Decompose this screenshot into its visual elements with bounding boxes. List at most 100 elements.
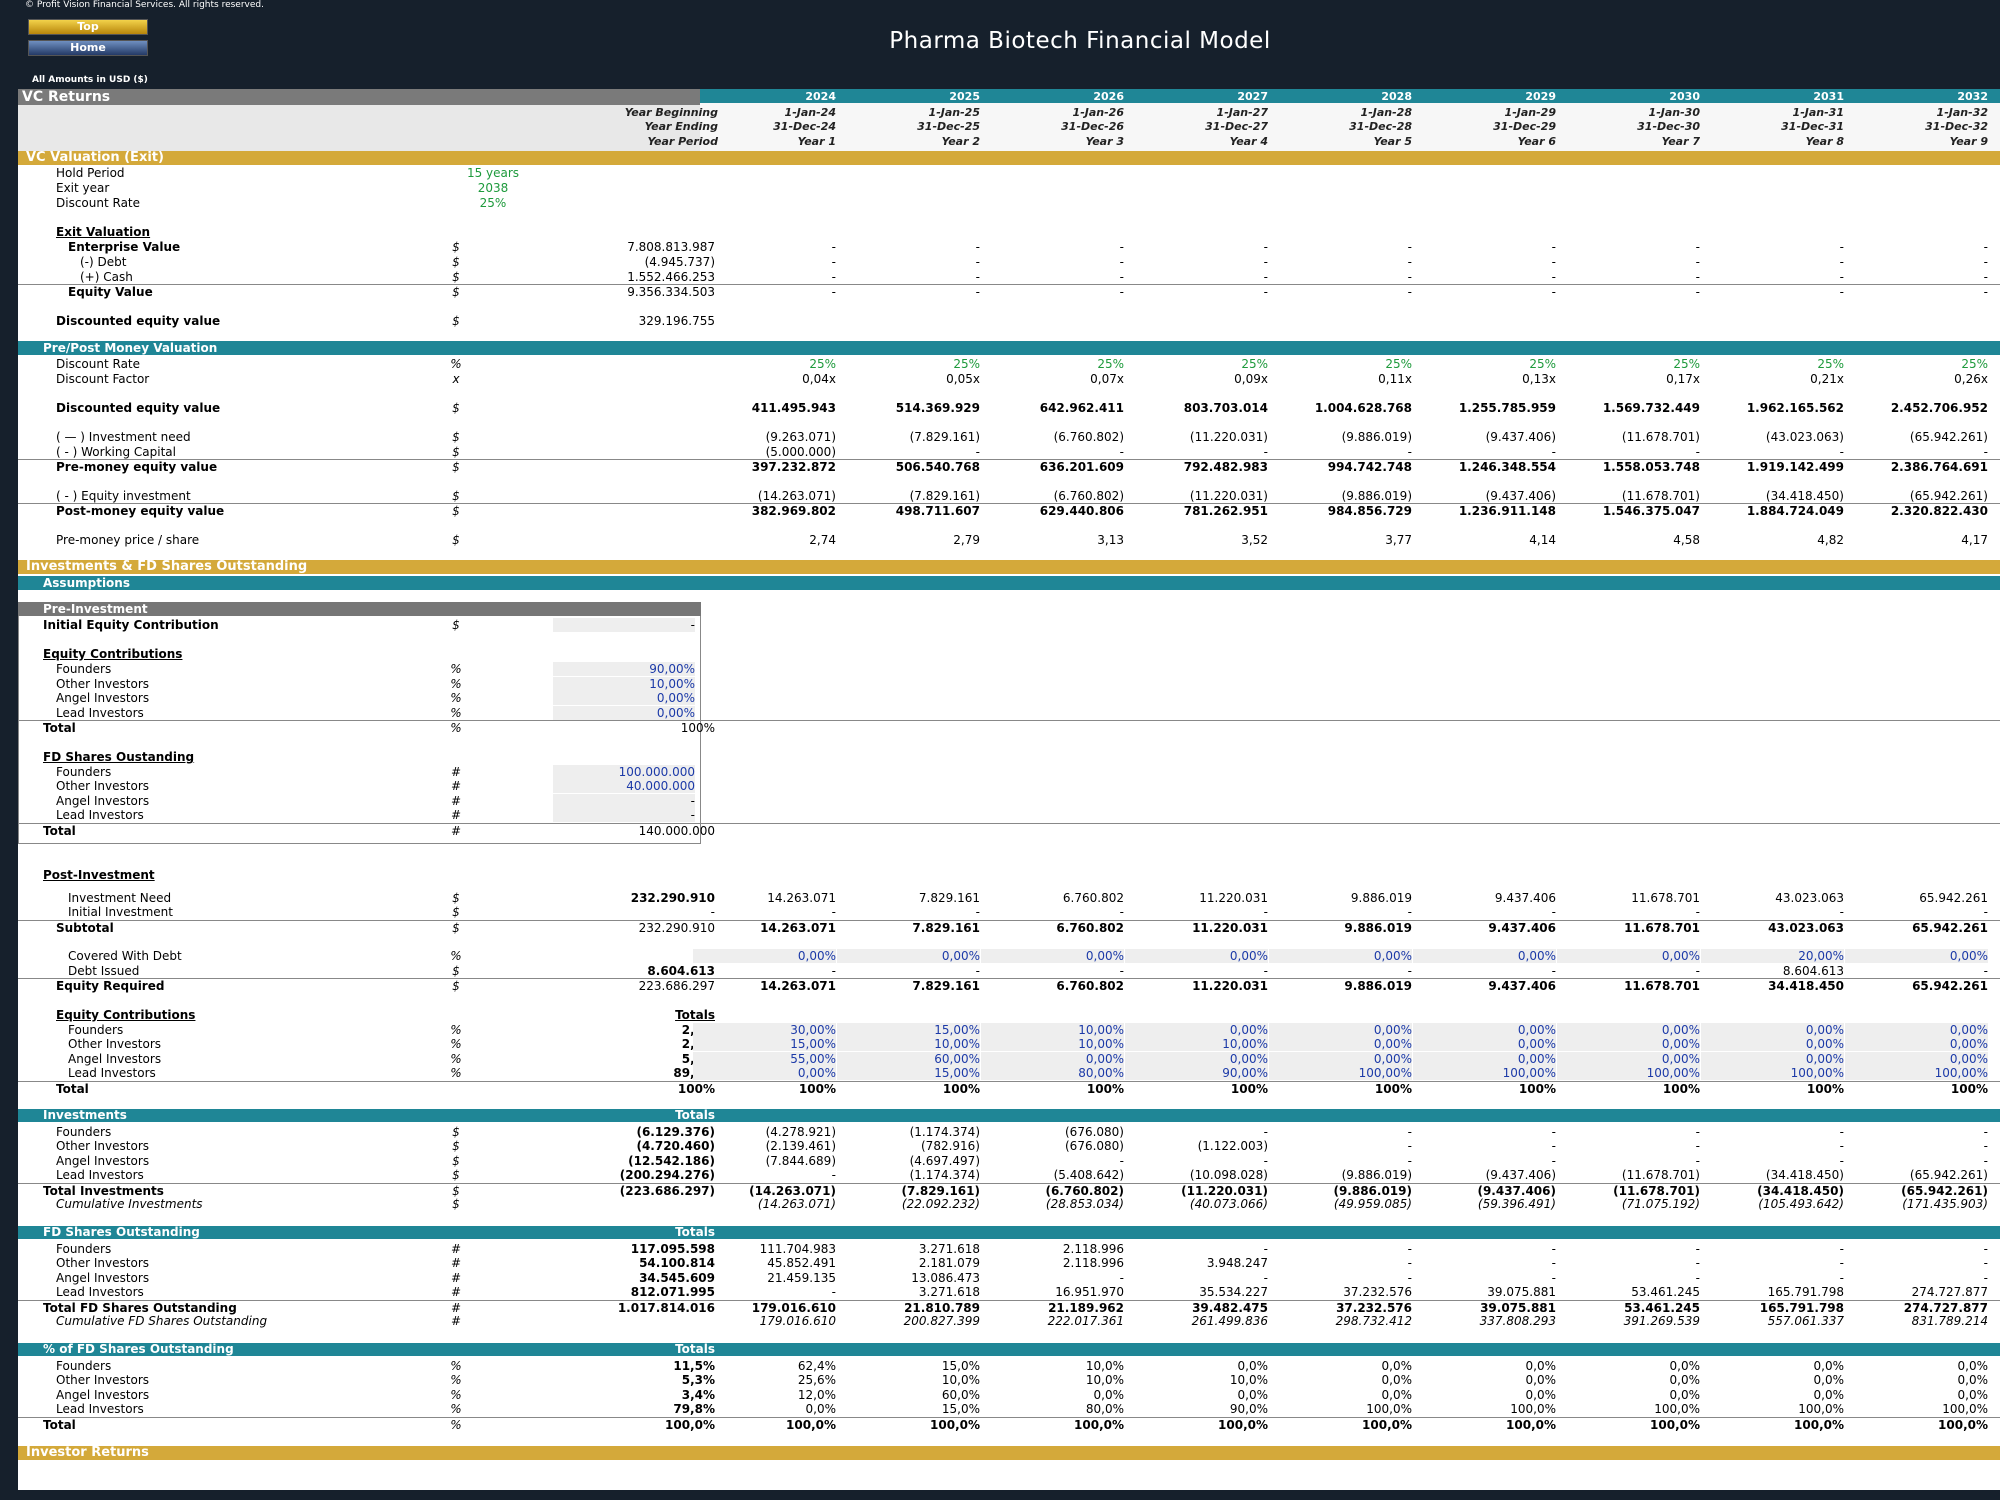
unit-symbol: $	[452, 1197, 460, 1211]
year-value-cell: -	[1407, 445, 1412, 459]
year-value-cell: 3,77	[1385, 533, 1412, 547]
year-value-cell: -	[1839, 445, 1844, 459]
row-label: Pre/Post Money Valuation	[43, 341, 218, 355]
year-value-cell: 411.495.943	[751, 401, 836, 415]
year-value-cell: -	[1551, 905, 1556, 919]
unit-symbol: $	[452, 1139, 460, 1153]
row-label: Founders	[56, 765, 112, 779]
total-cell: 34.545.609	[639, 1271, 715, 1285]
row-label: Discount Rate	[56, 196, 141, 210]
total-cell: 10,00%	[553, 677, 695, 691]
table-row: Angel Investors%5,6%55,00%60,00%0,00%0,0…	[18, 1052, 2000, 1066]
table-row: Angel Investors # -	[18, 794, 2000, 808]
home-button[interactable]: Home	[28, 40, 148, 56]
year-value-cell: 10,0%	[1085, 1359, 1124, 1373]
year-value-cell: (1.174.374)	[909, 1168, 980, 1182]
year-value-cell: 2.320.822.430	[1890, 504, 1988, 518]
total-cell: (12.542.186)	[628, 1154, 715, 1168]
row-label: (-) Debt	[80, 255, 127, 269]
year-value-cell: -	[1551, 1256, 1556, 1270]
row-label: Pre-Investment	[43, 602, 148, 616]
year-value-cell: -	[1263, 285, 1268, 299]
year-value-cell: (9.263.071)	[765, 430, 836, 444]
year-value-cell: 0,0%	[1669, 1388, 1701, 1402]
unit-symbol: $	[452, 430, 460, 444]
row-label: Other Investors	[56, 1373, 149, 1387]
year-period: Year 2	[941, 135, 980, 148]
year-value-cell: 25%	[1529, 357, 1556, 371]
year-value-cell: (9.886.019)	[1341, 430, 1412, 444]
year-value-cell: 12,0%	[797, 1388, 836, 1402]
unit-symbol: $	[452, 504, 460, 518]
year-value-cell: (6.760.802)	[1053, 489, 1124, 503]
table-row: Equity Contributions Totals	[18, 1008, 2000, 1022]
total-cell: (4.945.737)	[644, 255, 715, 269]
unit-symbol: %	[450, 721, 462, 735]
year-value-cell: -	[1263, 964, 1268, 978]
year-value-cell: 1.919.142.499	[1746, 460, 1844, 474]
row-label: Equity Contributions	[43, 647, 183, 661]
section-title: VC Returns	[18, 89, 700, 105]
year-period: Year 8	[1805, 135, 1844, 148]
year-value-cell: 0,0%	[1813, 1373, 1845, 1387]
year-value-cell: -	[1551, 240, 1556, 254]
year-value-cell: 2.118.996	[1062, 1256, 1124, 1270]
year-value-cell: 1.246.348.554	[1458, 460, 1556, 474]
year-value-cell: (59.396.491)	[1477, 1197, 1556, 1211]
year-value-cell: 100,0%	[1938, 1418, 1988, 1432]
year-label: 2027	[1237, 90, 1268, 103]
total-cell: 7.808.813.987	[627, 240, 715, 254]
unit-symbol: x	[452, 372, 460, 386]
year-value-cell: 45.852.491	[767, 1256, 836, 1270]
table-row: Lead Investors $ (200.294.276) - (1.174.374)…	[18, 1168, 2000, 1182]
year-value-cell: 10,00%	[981, 1037, 1124, 1051]
row-label: Initial Investment	[68, 905, 173, 919]
year-value-cell: (7.829.161)	[901, 1184, 980, 1198]
year-value-cell: 53.461.245	[1631, 1285, 1700, 1299]
table-row: Investment Need $232.290.910 14.263.071 7.8…	[18, 891, 2000, 905]
year-value-cell: 3.271.618	[918, 1242, 980, 1256]
year-value-cell: (34.418.450)	[1765, 1168, 1844, 1182]
table-row: Other Investors% 5,3% 25,6% 10,0% 10,0% 10,0%…	[18, 1373, 2000, 1387]
year-value-cell: -	[1695, 1271, 1700, 1285]
year-value-cell: 11.678.701	[1624, 979, 1700, 993]
year-value-cell: 0,00%	[837, 949, 980, 963]
year-value-cell: 100,0%	[930, 1418, 980, 1432]
section-band: FD Shares Outstanding Totals	[18, 1226, 2000, 1239]
year-value-cell: 37.232.576	[1343, 1285, 1412, 1299]
spreadsheet[interactable]: VC Returns Year Beginning Year Ending Ye…	[18, 89, 2000, 1490]
year-value-cell: 10,00%	[981, 1023, 1124, 1037]
year-value-cell: -	[1263, 255, 1268, 269]
year-value-cell: 100,0%	[1218, 1418, 1268, 1432]
year-value-cell: -	[831, 1285, 836, 1299]
year-value-cell: 6.760.802	[1062, 891, 1124, 905]
year-value-cell: 222.017.361	[1047, 1314, 1124, 1328]
year-value-cell: -	[1551, 270, 1556, 284]
year-value-cell: (10.098.028)	[1189, 1168, 1268, 1182]
year-value-cell: 165.791.798	[1759, 1301, 1844, 1315]
year-value-cell: 2,74	[809, 533, 836, 547]
year-value-cell: 39.482.475	[1192, 1301, 1268, 1315]
unit-symbol: %	[450, 1359, 462, 1373]
row-label: Subtotal	[56, 921, 114, 935]
table-row: Total FD Shares Outstanding #1.017.814.01…	[18, 1300, 2000, 1315]
unit-symbol: $	[452, 964, 460, 978]
year-value-cell: 21.810.789	[904, 1301, 980, 1315]
year-value-cell: -	[1695, 1139, 1700, 1153]
year-value-cell: 165.791.798	[1767, 1285, 1844, 1299]
total-cell: Totals	[675, 1342, 715, 1356]
table-row: Pre-money price / share $2,74 2,79 3,13 3,52…	[18, 533, 2000, 547]
table-row: Exit year 2038	[18, 181, 2000, 195]
year-value-cell: (11.678.701)	[1621, 489, 1700, 503]
total-cell: Totals	[675, 1225, 715, 1239]
year-value-cell: 11.220.031	[1199, 891, 1268, 905]
top-button[interactable]: Top	[28, 19, 148, 35]
unit-symbol: $	[452, 445, 460, 459]
year-value-cell: 0,00%	[1701, 1037, 1844, 1051]
table-row: Founders #117.095.598 111.704.983 3.271.618…	[18, 1242, 2000, 1256]
year-value-cell: 43.023.063	[1775, 891, 1844, 905]
year-value-cell: 100%	[1518, 1082, 1556, 1096]
year-period: Year 4	[1229, 135, 1268, 148]
year-value-cell: 2.118.996	[1062, 1242, 1124, 1256]
unit-symbol: $	[452, 1125, 460, 1139]
